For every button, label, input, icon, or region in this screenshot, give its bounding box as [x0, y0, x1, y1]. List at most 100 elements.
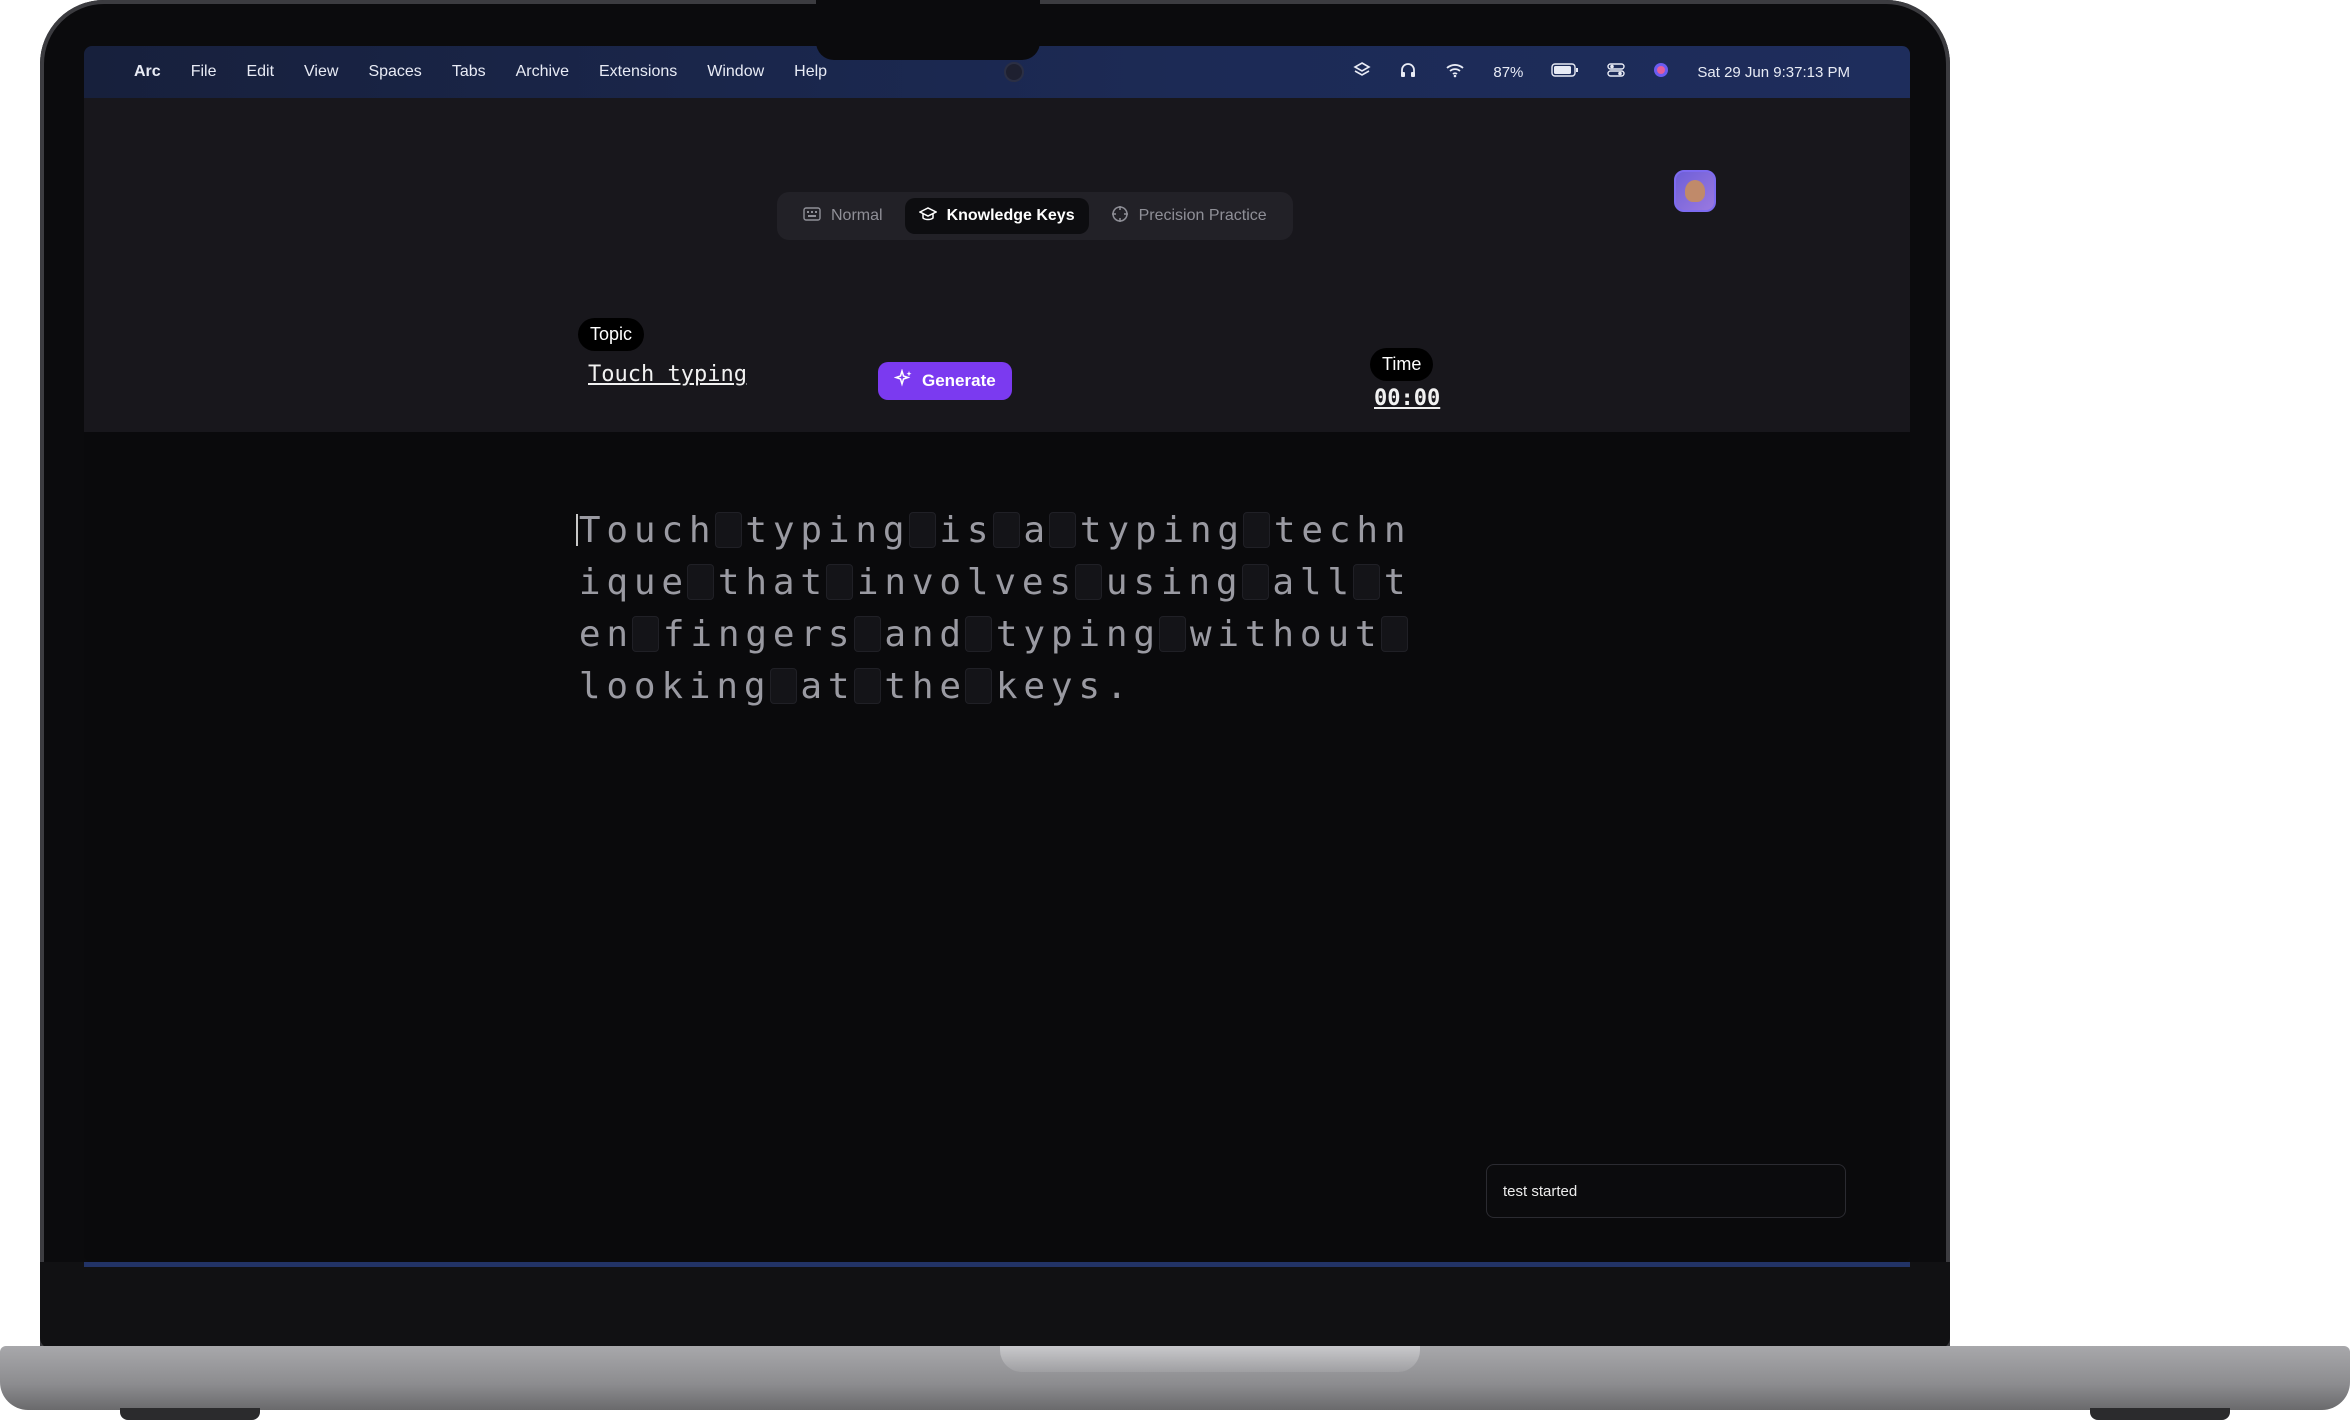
typing-char: o	[939, 561, 962, 603]
menu-app-name[interactable]: Arc	[134, 63, 161, 81]
layers-icon[interactable]	[1353, 61, 1371, 83]
generate-label: Generate	[922, 371, 996, 390]
menu-tabs[interactable]: Tabs	[452, 63, 486, 81]
mode-precision-practice-tab[interactable]: Precision Practice	[1097, 198, 1281, 234]
typing-char: e	[1301, 509, 1324, 551]
typing-char: h	[688, 509, 711, 551]
avatar-face	[1685, 180, 1705, 202]
typing-char: l	[1299, 561, 1322, 603]
typing-char: i	[1217, 613, 1240, 655]
battery-icon[interactable]	[1551, 63, 1579, 81]
menu-datetime[interactable]: Sat 29 Jun 9:37:13 PM	[1697, 64, 1850, 81]
typing-space	[908, 512, 936, 548]
typing-char: i	[1078, 613, 1101, 655]
topic-input[interactable]: Touch typing	[588, 362, 747, 387]
typing-line: lookingatthekeys.	[576, 660, 1436, 712]
menu-window[interactable]: Window	[707, 63, 764, 81]
menu-archive[interactable]: Archive	[516, 63, 569, 81]
menu-view[interactable]: View	[304, 63, 338, 81]
headphones-icon[interactable]	[1399, 61, 1417, 83]
typing-char: s	[966, 509, 989, 551]
typing-char: y	[772, 509, 795, 551]
control-center-icon[interactable]	[1607, 62, 1626, 82]
typing-char: .	[1105, 665, 1128, 707]
typing-char: a	[1023, 509, 1046, 551]
typing-char: s	[1078, 665, 1101, 707]
typing-char: n	[606, 613, 629, 655]
battery-percentage: 87%	[1493, 63, 1524, 81]
typing-space	[1075, 564, 1102, 600]
typing-char: g	[743, 665, 766, 707]
typing-char: e	[772, 613, 795, 655]
generate-button[interactable]: Generate	[878, 362, 1012, 400]
typing-char: i	[1160, 561, 1183, 603]
typing-char: n	[1105, 613, 1128, 655]
mode-normal-tab[interactable]: Normal	[789, 198, 897, 234]
typing-char: f	[662, 613, 685, 655]
typing-char: e	[661, 561, 684, 603]
mode-precision-practice-label: Precision Practice	[1138, 207, 1267, 224]
graduation-cap-icon	[917, 206, 938, 226]
toast-notification: test started	[1486, 1164, 1846, 1218]
typing-char: v	[994, 561, 1017, 603]
typing-char: l	[966, 561, 989, 603]
typing-char: s	[1049, 561, 1072, 603]
typing-char: a	[772, 561, 795, 603]
typing-space	[1243, 512, 1270, 548]
typing-line: enfingersandtypingwithout	[576, 608, 1436, 660]
typing-space	[992, 512, 1020, 548]
laptop-lip	[1000, 1346, 1420, 1372]
typing-char: n	[1188, 561, 1211, 603]
mode-normal-label: Normal	[831, 207, 883, 224]
typing-char: g	[745, 613, 768, 655]
typing-char: y	[1050, 665, 1073, 707]
laptop-chin	[40, 1262, 1950, 1348]
typing-space	[714, 512, 742, 548]
typing-char: c	[1328, 509, 1351, 551]
wifi-icon[interactable]	[1445, 62, 1465, 82]
menu-spaces[interactable]: Spaces	[368, 63, 421, 81]
typing-char: i	[856, 561, 879, 603]
typing-char: h	[1272, 613, 1295, 655]
typing-char: h	[1356, 509, 1379, 551]
typing-text-area[interactable]: Touchtypingisatypingtechniquethatinvolve…	[576, 504, 1436, 712]
screen-edge	[84, 1262, 1910, 1267]
typing-char: r	[800, 613, 823, 655]
typing-char: i	[827, 509, 850, 551]
time-label: Time	[1370, 348, 1434, 381]
typing-char: t	[995, 613, 1018, 655]
typing-char: u	[633, 561, 656, 603]
menu-edit[interactable]: Edit	[246, 63, 274, 81]
typing-char: n	[1189, 509, 1212, 551]
menu-file[interactable]: File	[191, 63, 217, 81]
typing-char: d	[939, 613, 962, 655]
typing-char: n	[717, 613, 740, 655]
typing-char: p	[1050, 613, 1073, 655]
typing-char: h	[911, 665, 934, 707]
typing-char: y	[1107, 509, 1130, 551]
typing-char: o	[633, 665, 656, 707]
mode-knowledge-keys-tab[interactable]: Knowledge Keys	[904, 198, 1089, 234]
typing-char: o	[1299, 613, 1322, 655]
menu-extensions[interactable]: Extensions	[599, 63, 677, 81]
typing-char: g	[882, 509, 905, 551]
typing-char: g	[1133, 613, 1156, 655]
typing-char: i	[939, 509, 962, 551]
typing-char: g	[1217, 509, 1240, 551]
typing-char: e	[939, 665, 962, 707]
typing-char: t	[1244, 613, 1267, 655]
typing-char: y	[1023, 613, 1046, 655]
typing-char: a	[884, 613, 907, 655]
typing-space	[965, 616, 992, 652]
siri-icon[interactable]	[1653, 62, 1669, 82]
time-value: 00:00	[1374, 386, 1441, 411]
avatar[interactable]	[1674, 170, 1716, 212]
screen: Arc File Edit View Spaces Tabs Archive E…	[84, 46, 1910, 1262]
sparkles-icon	[893, 367, 914, 394]
typing-char: s	[1133, 561, 1156, 603]
topic-label: Topic	[578, 318, 645, 351]
typing-space	[1353, 564, 1380, 600]
typing-char: e	[1023, 665, 1046, 707]
typing-char: o	[606, 665, 629, 707]
menu-help[interactable]: Help	[794, 63, 827, 81]
